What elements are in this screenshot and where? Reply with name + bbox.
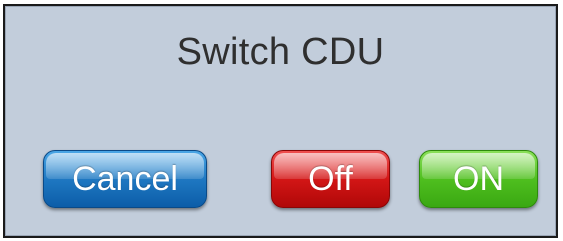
on-button[interactable]: ON bbox=[419, 150, 538, 208]
off-button-label: Off bbox=[308, 160, 353, 198]
switch-cdu-dialog: Switch CDU Cancel Off ON bbox=[3, 4, 558, 238]
on-button-label: ON bbox=[453, 160, 504, 198]
dialog-title: Switch CDU bbox=[176, 31, 385, 73]
cancel-button[interactable]: Cancel bbox=[43, 150, 207, 208]
cancel-button-label: Cancel bbox=[72, 160, 178, 198]
off-button[interactable]: Off bbox=[271, 150, 390, 208]
